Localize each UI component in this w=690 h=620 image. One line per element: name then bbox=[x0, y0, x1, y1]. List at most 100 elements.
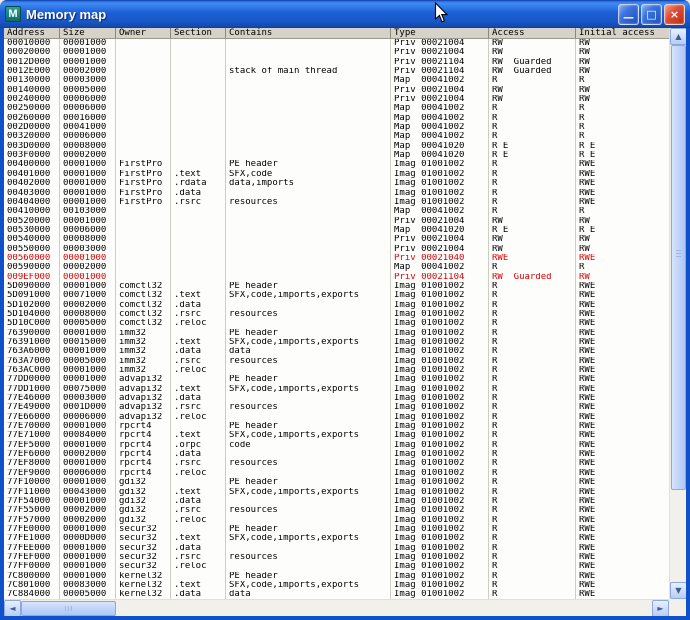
cell-size: 00001000 bbox=[60, 553, 116, 562]
table-row[interactable]: 77FEF00000001000secur32.rsrcresourcesIma… bbox=[4, 553, 669, 562]
table-row[interactable]: 0056000000001000Priv 00021040RWERWE bbox=[4, 254, 669, 263]
table-row[interactable]: 0040100000001000FirstPro.textSFX,codeIma… bbox=[4, 170, 669, 179]
table-row[interactable]: 77E4600000003000advapi32.dataImag 010010… bbox=[4, 394, 669, 403]
table-row[interactable]: 0014000000005000Priv 00021004RWRW bbox=[4, 86, 669, 95]
cell-owner: gdi32 bbox=[116, 488, 171, 497]
table-row[interactable]: 0059000000002000Map 00041002RR bbox=[4, 263, 669, 272]
table-row[interactable]: 77E6600000006000advapi32.relocImag 01001… bbox=[4, 413, 669, 422]
cell-contains bbox=[226, 58, 391, 67]
close-button[interactable]: × bbox=[664, 4, 685, 25]
table-row[interactable]: 002D000000041000Map 00041002RR bbox=[4, 123, 669, 132]
table-row[interactable]: 77E7000000001000rpcrt4PE headerImag 0100… bbox=[4, 422, 669, 431]
table-row[interactable]: 77FE000000001000secur32PE headerImag 010… bbox=[4, 525, 669, 534]
table-row[interactable]: 77F5500000002000gdi32.rsrcresourcesImag … bbox=[4, 506, 669, 515]
table-row[interactable]: 7C80000000001000kernel32PE headerImag 01… bbox=[4, 572, 669, 581]
column-header-size[interactable]: Size bbox=[60, 28, 116, 38]
column-header-contains[interactable]: Contains bbox=[226, 28, 391, 38]
cell-size: 00001000 bbox=[60, 375, 116, 384]
column-header-section[interactable]: Section bbox=[171, 28, 226, 38]
table-row[interactable]: 003F000000002000Map 00041020R ER E bbox=[4, 151, 669, 160]
scroll-right-button[interactable]: ► bbox=[652, 600, 669, 616]
horizontal-scrollbar[interactable]: ◄ ► bbox=[4, 599, 669, 616]
cell-size: 00005000 bbox=[60, 86, 116, 95]
table-row[interactable]: 0040200000001000FirstPro.rdatadata,impor… bbox=[4, 179, 669, 188]
table-row[interactable]: 0053000000006000Map 00041020R ER E bbox=[4, 226, 669, 235]
table-row[interactable]: 763A700000005000imm32.rsrcresourcesImag … bbox=[4, 357, 669, 366]
scroll-down-button[interactable]: ▼ bbox=[670, 582, 686, 599]
cell-section: .reloc bbox=[171, 516, 226, 525]
table-row[interactable]: 0026000000016000Map 00041002RR bbox=[4, 114, 669, 123]
cell-type: Imag 01001002 bbox=[391, 385, 489, 394]
table-row[interactable]: 77FE10000000D000secur32.textSFX,code,imp… bbox=[4, 534, 669, 543]
table-row[interactable]: 7C80100000083000kernel32.textSFX,code,im… bbox=[4, 581, 669, 590]
scroll-up-button[interactable]: ▲ bbox=[670, 28, 686, 45]
table-row[interactable]: 5D10C00000005000comctl32.relocImag 01001… bbox=[4, 319, 669, 328]
table-row[interactable]: 77E7100000084000rpcrt4.textSFX,code,impo… bbox=[4, 431, 669, 440]
column-header-address[interactable]: Address bbox=[4, 28, 60, 38]
column-header-owner[interactable]: Owner bbox=[116, 28, 171, 38]
cell-owner bbox=[116, 39, 171, 48]
table-row[interactable]: 77F5700000002000gdi32.relocImag 01001002… bbox=[4, 516, 669, 525]
table-row[interactable]: 5D09100000071000comctl32.textSFX,code,im… bbox=[4, 291, 669, 300]
cell-type: Imag 01001002 bbox=[391, 301, 489, 310]
maximize-button[interactable]: □ bbox=[641, 4, 662, 25]
cell-contains: code bbox=[226, 441, 391, 450]
table-row[interactable]: 0052000000001000Priv 00021004RWRW bbox=[4, 217, 669, 226]
table-row[interactable]: 7639100000015000imm32.textSFX,code,impor… bbox=[4, 338, 669, 347]
table-row[interactable]: 77EF600000002000rpcrt4.dataImag 01001002… bbox=[4, 450, 669, 459]
table-row[interactable]: 77EF900000006000rpcrt4.relocImag 0100100… bbox=[4, 469, 669, 478]
table-row[interactable]: 77DD000000001000advapi32PE headerImag 01… bbox=[4, 375, 669, 384]
vertical-scroll-thumb[interactable] bbox=[671, 45, 686, 490]
table-row[interactable]: 0054000000008000Priv 00021004RWRW bbox=[4, 235, 669, 244]
titlebar[interactable]: M Memory map — □ × bbox=[0, 0, 690, 28]
table-row[interactable]: 5D09000000001000comctl32PE headerImag 01… bbox=[4, 282, 669, 291]
table-row[interactable]: 763A600000001000imm32.datadataImag 01001… bbox=[4, 347, 669, 356]
table-row[interactable]: 0032000000006000Map 00041002RR bbox=[4, 132, 669, 141]
column-header-access[interactable]: Access bbox=[489, 28, 576, 38]
table-row[interactable]: 77EF800000001000rpcrt4.rsrcresourcesImag… bbox=[4, 459, 669, 468]
table-row[interactable]: 0040400000001000FirstPro.rsrcresourcesIm… bbox=[4, 198, 669, 207]
cell-owner: comctl32 bbox=[116, 319, 171, 328]
table-row[interactable]: 77F1100000043000gdi32.textSFX,code,impor… bbox=[4, 488, 669, 497]
cell-type: Priv 00021104 bbox=[391, 273, 489, 282]
cell-size: 00003000 bbox=[60, 76, 116, 85]
table-row[interactable]: 77EF500000001000rpcrt4.orpccodeImag 0100… bbox=[4, 441, 669, 450]
table-row[interactable]: 77E490000001D000advapi32.rsrcresourcesIm… bbox=[4, 403, 669, 412]
table-row[interactable]: 7C88400000005000kernel32.datadataImag 01… bbox=[4, 590, 669, 599]
table-row[interactable]: 77DD100000075000advapi32.textSFX,code,im… bbox=[4, 385, 669, 394]
table-row[interactable]: 77FEE00000001000secur32.dataImag 0100100… bbox=[4, 544, 669, 553]
cell-initial: RWE bbox=[576, 413, 669, 422]
vertical-scrollbar[interactable]: ▲ ▼ bbox=[669, 28, 686, 599]
table-row[interactable]: 0002000000001000Priv 00021004RWRW bbox=[4, 48, 669, 57]
cell-size: 00002000 bbox=[60, 67, 116, 76]
table-row[interactable]: 0012D00000001000Priv 00021104RW GuardedR… bbox=[4, 58, 669, 67]
table-row[interactable]: 0055000000003000Priv 00021004RWRW bbox=[4, 245, 669, 254]
table-row[interactable]: 0013000000003000Map 00041002RR bbox=[4, 76, 669, 85]
cell-type: Imag 01001002 bbox=[391, 357, 489, 366]
table-row[interactable]: 77F1000000001000gdi32PE headerImag 01001… bbox=[4, 478, 669, 487]
minimize-button[interactable]: — bbox=[618, 4, 639, 25]
table-row[interactable]: 0040000000001000FirstProPE headerImag 01… bbox=[4, 160, 669, 169]
cell-section: .rsrc bbox=[171, 506, 226, 515]
horizontal-scroll-thumb[interactable] bbox=[21, 601, 116, 616]
table-row[interactable]: 5D10200000002000comctl32.dataImag 010010… bbox=[4, 301, 669, 310]
table-row[interactable]: 5D10400000008000comctl32.rsrcresourcesIm… bbox=[4, 310, 669, 319]
column-header-initial[interactable]: Initial access bbox=[576, 28, 669, 38]
table-row[interactable]: 0001000000001000Priv 00021004RWRW bbox=[4, 39, 669, 48]
table-row[interactable]: 0040300000001000FirstPro.dataImag 010010… bbox=[4, 189, 669, 198]
scroll-left-button[interactable]: ◄ bbox=[4, 600, 21, 616]
table-row[interactable]: 77F5400000001000gdi32.dataImag 01001002R… bbox=[4, 497, 669, 506]
table-row[interactable]: 77FF000000001000secur32.relocImag 010010… bbox=[4, 562, 669, 571]
table-row[interactable]: 009EF00000001000Priv 00021104RW GuardedR… bbox=[4, 273, 669, 282]
cell-owner: comctl32 bbox=[116, 301, 171, 310]
table-row[interactable]: 7639000000001000imm32PE headerImag 01001… bbox=[4, 329, 669, 338]
column-header-type[interactable]: Type bbox=[391, 28, 489, 38]
table-row[interactable]: 0025000000006000Map 00041002RR bbox=[4, 104, 669, 113]
table-row[interactable]: 0012E00000002000stack of main threadPriv… bbox=[4, 67, 669, 76]
cell-type: Imag 01001002 bbox=[391, 338, 489, 347]
table-row[interactable]: 0024000000006000Priv 00021004RWRW bbox=[4, 95, 669, 104]
table-row[interactable]: 763AC00000001000imm32.relocImag 01001002… bbox=[4, 366, 669, 375]
table-row[interactable]: 003D000000008000Map 00041020R ER E bbox=[4, 142, 669, 151]
cell-initial: RWE bbox=[576, 198, 669, 207]
table-row[interactable]: 0041000000103000Map 00041002RR bbox=[4, 207, 669, 216]
